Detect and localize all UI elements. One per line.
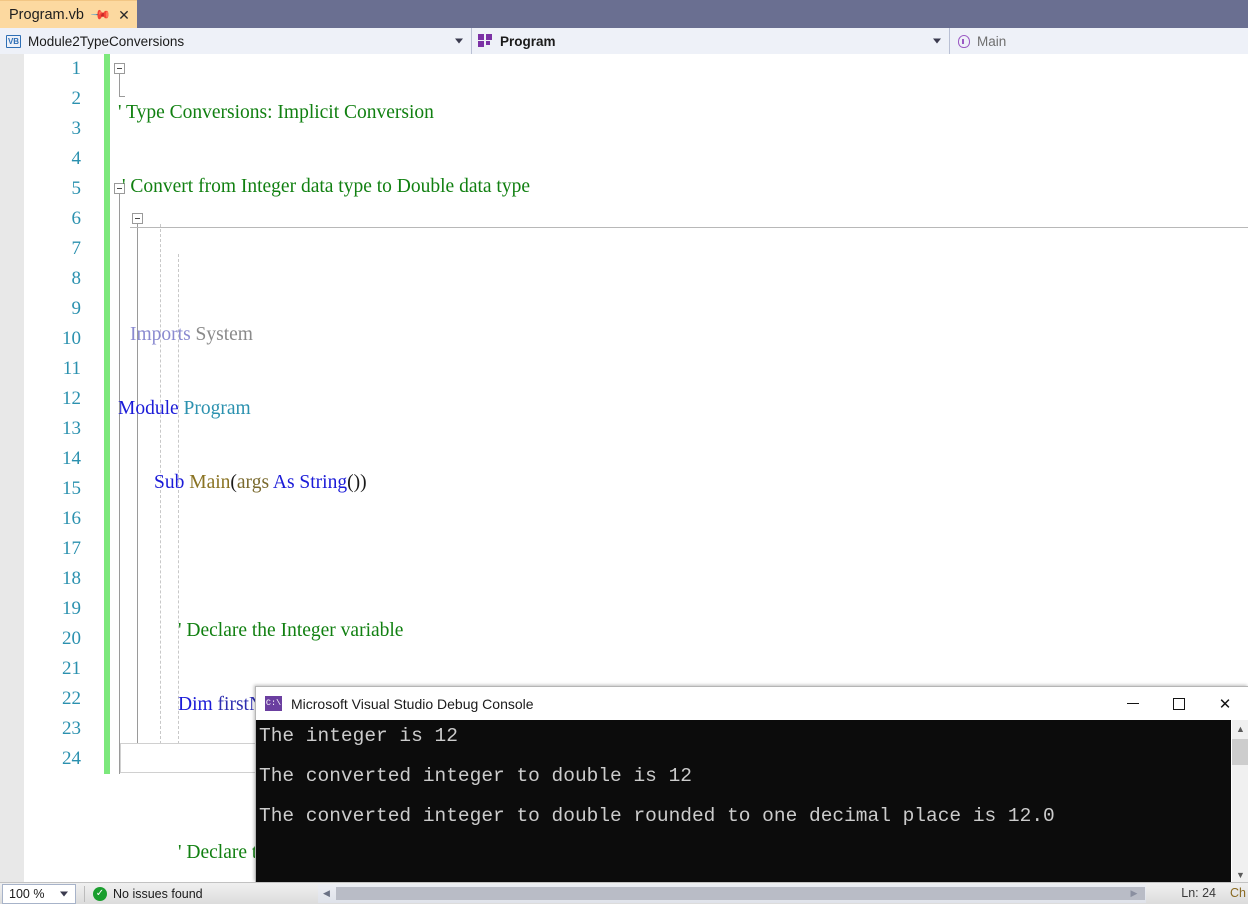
line-number: 5 (71, 178, 82, 199)
console-title-bar[interactable]: C:\ Microsoft Visual Studio Debug Consol… (256, 687, 1248, 720)
tab-title: Program.vb (9, 6, 84, 23)
line-number-column: 1 2 3 4 5 6 7 8 9 10 11 12 13 14 15 16 17 18 19 20 21 22 23 24 (24, 54, 90, 774)
maximize-icon[interactable] (1156, 687, 1202, 720)
chevron-up-icon[interactable]: ▲ (1232, 720, 1248, 737)
triangle-left-icon[interactable]: ◀ (318, 884, 335, 903)
status-bar-position: Ln: 24 Ch (1167, 882, 1248, 904)
chevron-down-icon[interactable] (933, 38, 941, 44)
member-dropdown[interactable]: Main (950, 28, 1248, 54)
line-number: 17 (62, 538, 81, 559)
line-number: 10 (62, 328, 81, 349)
editor-tab-strip: Program.vb 📌 ✕ (0, 0, 1248, 28)
line-number: 4 (71, 148, 82, 169)
line-number: 22 (62, 688, 81, 709)
debug-console-window[interactable]: C:\ Microsoft Visual Studio Debug Consol… (255, 686, 1248, 883)
type-dropdown[interactable]: Program (472, 28, 950, 54)
code-line-4: Imports System (130, 324, 253, 345)
editor-tab-program-vb[interactable]: Program.vb 📌 ✕ (0, 0, 137, 28)
editor-gutter (0, 54, 24, 882)
code-line-5: Module Program (118, 398, 251, 419)
triangle-right-icon[interactable]: ▶ (1122, 884, 1146, 903)
line-number: 23 (62, 718, 81, 739)
pin-icon[interactable]: 📌 (90, 3, 112, 25)
line-number: 20 (62, 628, 81, 649)
editor-horizontal-scrollbar[interactable]: ◀ (318, 884, 1146, 903)
code-navigation-bar: VB Module2TypeConversions Program Main (0, 28, 1248, 54)
scrollbar-thumb[interactable] (336, 887, 1145, 900)
close-icon[interactable]: ✕ (118, 8, 130, 22)
line-number: 11 (62, 358, 81, 379)
issues-status-label: No issues found (113, 886, 203, 901)
code-line-8: ' Declare the Integer variable (178, 620, 404, 641)
chevron-down-icon[interactable] (60, 891, 68, 896)
close-icon[interactable]: ✕ (1202, 687, 1248, 720)
chevron-down-icon[interactable] (455, 38, 463, 44)
code-line-2: ' Convert from Integer data type to Doub… (122, 176, 531, 197)
visual-studio-window: Program.vb 📌 ✕ VB Module2TypeConversions… (0, 0, 1248, 904)
window-controls: ✕ (1110, 687, 1248, 720)
console-title-text: Microsoft Visual Studio Debug Console (291, 695, 534, 712)
console-output-area[interactable]: The integer is 12 The converted integer … (256, 720, 1248, 883)
line-number: 7 (71, 238, 82, 259)
line-number: 15 (62, 478, 81, 499)
type-dropdown-label: Program (500, 33, 556, 49)
code-line-1: ' Type Conversions: Implicit Conversion (118, 102, 434, 123)
line-number: 24 (62, 748, 81, 769)
check-circle-icon: ✓ (93, 886, 107, 901)
line-number: 18 (62, 568, 81, 589)
line-number: 9 (71, 298, 82, 319)
project-dropdown-label: Module2TypeConversions (28, 33, 185, 49)
line-number: 12 (62, 388, 81, 409)
line-number: 2 (71, 88, 82, 109)
vb-file-icon: VB (6, 34, 21, 48)
line-number: 13 (62, 418, 81, 439)
divider (84, 885, 85, 902)
line-number: 16 (62, 508, 81, 529)
zoom-level-dropdown[interactable]: 100 % (2, 883, 76, 904)
line-number: 14 (62, 448, 81, 469)
chevron-down-icon[interactable]: ▼ (1232, 866, 1248, 883)
module-icon (478, 34, 493, 48)
minimize-icon[interactable] (1110, 687, 1156, 720)
line-position-label: Ln: 24 (1181, 886, 1217, 900)
zoom-level-label: 100 % (9, 886, 45, 901)
member-dropdown-label: Main (977, 33, 1007, 49)
line-number: 6 (71, 208, 82, 229)
console-output-text: The integer is 12 The converted integer … (259, 725, 1055, 827)
line-number: 19 (62, 598, 81, 619)
code-line-6: Sub Main(args As String()) (154, 472, 367, 493)
console-scrollbar[interactable]: ▲ ▼ (1231, 720, 1248, 883)
line-number: 8 (71, 268, 82, 289)
line-number: 21 (62, 658, 81, 679)
console-window-icon: C:\ (265, 696, 282, 711)
project-dropdown[interactable]: VB Module2TypeConversions (0, 28, 472, 54)
line-number: 1 (71, 58, 82, 79)
method-icon (956, 34, 970, 48)
scrollbar-thumb[interactable] (1232, 739, 1248, 765)
line-number: 3 (71, 118, 82, 139)
column-position-label: Ch (1230, 886, 1246, 900)
